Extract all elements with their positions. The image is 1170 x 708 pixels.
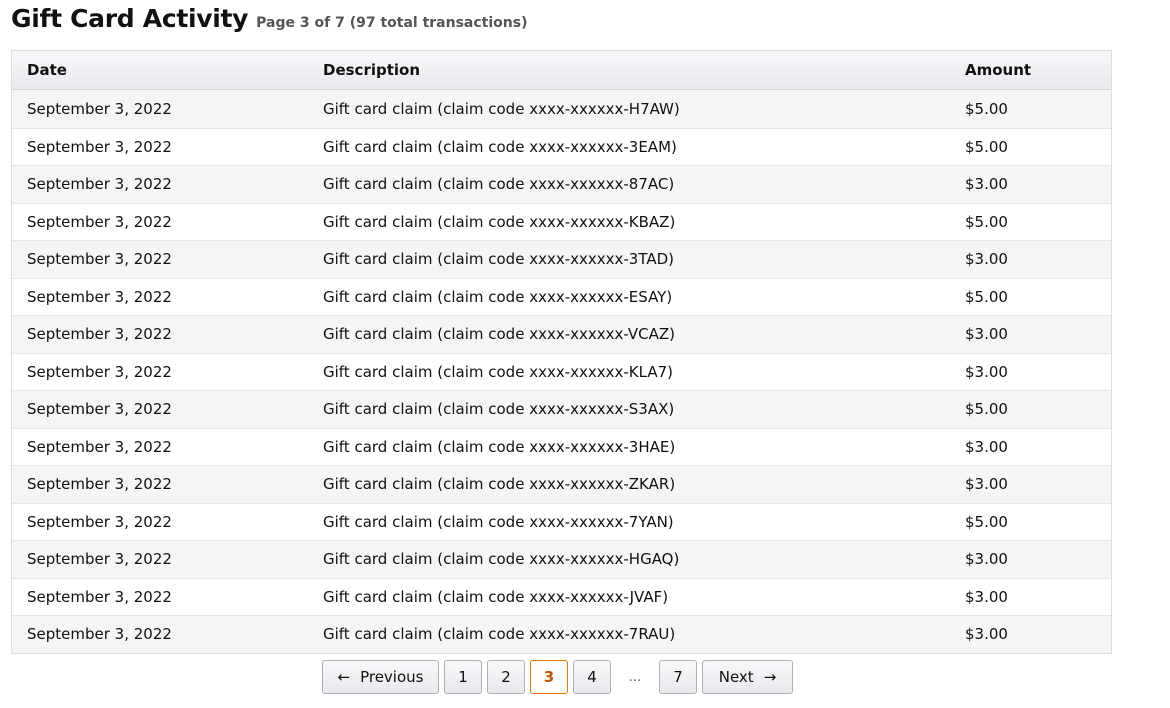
row-date: September 3, 2022: [27, 625, 172, 644]
row-description: Gift card claim (claim code xxxx-xxxxxx-…: [323, 512, 674, 531]
row-date: September 3, 2022: [27, 137, 172, 156]
row-description: Gift card claim (claim code xxxx-xxxxxx-…: [323, 287, 673, 306]
table-row: September 3, 2022 Gift card claim (claim …: [12, 277, 1111, 316]
row-description: Gift card claim (claim code xxxx-xxxxxx-…: [323, 362, 673, 381]
table-header: Date Description Amount: [12, 51, 1111, 90]
row-date: September 3, 2022: [27, 475, 172, 494]
table-row: September 3, 2022 Gift card claim (claim …: [12, 165, 1111, 203]
row-amount: $3.00: [965, 437, 1008, 456]
column-header-amount: Amount: [965, 61, 1032, 79]
row-date: September 3, 2022: [27, 437, 172, 456]
row-description: Gift card claim (claim code xxxx-xxxxxx-…: [323, 400, 675, 419]
table-row: September 3, 2022 Gift card claim (claim …: [12, 427, 1111, 466]
row-description: Gift card claim (claim code xxxx-xxxxxx-…: [323, 550, 680, 569]
row-date: September 3, 2022: [27, 512, 172, 531]
row-description: Gift card claim (claim code xxxx-xxxxxx-…: [323, 437, 676, 456]
row-description: Gift card claim (claim code xxxx-xxxxxx-…: [323, 212, 676, 231]
table-row: September 3, 2022 Gift card claim (claim …: [12, 315, 1111, 353]
row-amount: $3.00: [965, 325, 1008, 344]
row-amount: $3.00: [965, 250, 1008, 269]
row-amount: $5.00: [965, 287, 1008, 306]
row-amount: $5.00: [965, 512, 1008, 531]
row-amount: $3.00: [965, 175, 1008, 194]
row-amount: $3.00: [965, 475, 1008, 494]
row-date: September 3, 2022: [27, 99, 172, 118]
table-row: September 3, 2022 Gift card claim (claim …: [12, 127, 1111, 166]
page-button-3-current[interactable]: 3: [530, 660, 568, 694]
row-date: September 3, 2022: [27, 400, 172, 419]
row-amount: $3.00: [965, 362, 1008, 381]
table-row: September 3, 2022 Gift card claim (claim …: [12, 390, 1111, 428]
row-description: Gift card claim (claim code xxxx-xxxxxx-…: [323, 99, 680, 118]
table-row: September 3, 2022 Gift card claim (claim …: [12, 240, 1111, 278]
table-row: September 3, 2022 Gift card claim (claim …: [12, 352, 1111, 391]
next-page-button[interactable]: Next →: [702, 660, 793, 694]
table-row: September 3, 2022 Gift card claim (claim …: [12, 540, 1111, 578]
row-date: September 3, 2022: [27, 175, 172, 194]
pagination: ← Previous 1 2 3 4 ... 7 Next →: [322, 660, 793, 694]
page-button-7[interactable]: 7: [659, 660, 697, 694]
row-description: Gift card claim (claim code xxxx-xxxxxx-…: [323, 625, 676, 644]
row-amount: $3.00: [965, 625, 1008, 644]
row-date: September 3, 2022: [27, 250, 172, 269]
next-label: Next: [718, 668, 754, 686]
row-description: Gift card claim (claim code xxxx-xxxxxx-…: [323, 250, 674, 269]
row-date: September 3, 2022: [27, 587, 172, 606]
column-header-date: Date: [27, 61, 67, 79]
row-amount: $3.00: [965, 587, 1008, 606]
previous-label: Previous: [360, 668, 424, 686]
row-date: September 3, 2022: [27, 287, 172, 306]
table-row: September 3, 2022 Gift card claim (claim …: [12, 202, 1111, 241]
table-row: September 3, 2022 Gift card claim (claim …: [12, 615, 1111, 653]
page-button-1[interactable]: 1: [444, 660, 482, 694]
page-title: Gift Card Activity: [11, 4, 249, 33]
row-amount: $3.00: [965, 550, 1008, 569]
table-row: September 3, 2022 Gift card claim (claim …: [12, 502, 1111, 541]
row-date: September 3, 2022: [27, 212, 172, 231]
page-subtitle: Page 3 of 7 (97 total transactions): [256, 15, 528, 31]
previous-page-button[interactable]: ← Previous: [322, 660, 439, 694]
table-body: September 3, 2022 Gift card claim (claim …: [12, 90, 1111, 653]
page-header: Gift Card Activity Page 3 of 7 (97 total…: [11, 4, 527, 44]
row-date: September 3, 2022: [27, 325, 172, 344]
table-row: September 3, 2022 Gift card claim (claim …: [12, 465, 1111, 503]
row-description: Gift card claim (claim code xxxx-xxxxxx-…: [323, 587, 669, 606]
row-description: Gift card claim (claim code xxxx-xxxxxx-…: [323, 137, 677, 156]
row-date: September 3, 2022: [27, 550, 172, 569]
table-row: September 3, 2022 Gift card claim (claim …: [12, 577, 1111, 616]
row-description: Gift card claim (claim code xxxx-xxxxxx-…: [323, 175, 675, 194]
row-amount: $5.00: [965, 137, 1008, 156]
transactions-table: Date Description Amount September 3, 202…: [11, 50, 1112, 654]
page-button-4[interactable]: 4: [573, 660, 611, 694]
row-description: Gift card claim (claim code xxxx-xxxxxx-…: [323, 475, 676, 494]
page-button-2[interactable]: 2: [487, 660, 525, 694]
row-amount: $5.00: [965, 212, 1008, 231]
row-description: Gift card claim (claim code xxxx-xxxxxx-…: [323, 325, 676, 344]
arrow-right-icon: →: [763, 668, 777, 686]
pagination-ellipsis: ...: [628, 669, 642, 685]
row-amount: $5.00: [965, 400, 1008, 419]
row-date: September 3, 2022: [27, 362, 172, 381]
arrow-left-icon: ←: [337, 668, 351, 686]
column-header-description: Description: [323, 61, 421, 79]
table-row: September 3, 2022 Gift card claim (claim …: [12, 90, 1111, 128]
row-amount: $5.00: [965, 99, 1008, 118]
